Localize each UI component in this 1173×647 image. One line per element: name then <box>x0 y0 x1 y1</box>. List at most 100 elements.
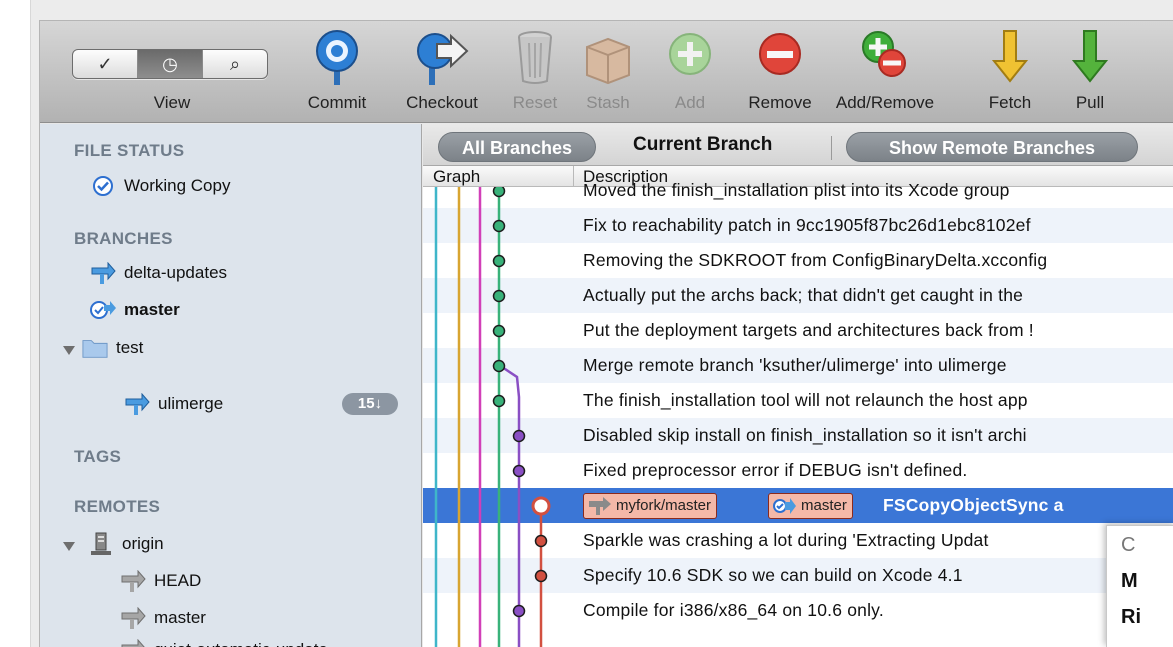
commit-node <box>512 604 526 618</box>
branch-icon <box>90 261 116 285</box>
commit-node <box>492 187 506 198</box>
add-remove-icon <box>862 31 906 77</box>
ref-label-text: master <box>801 497 847 514</box>
branch-label: master <box>124 300 180 319</box>
tags-heading: TAGS <box>74 447 122 466</box>
sidebar-item-origin[interactable]: origin <box>88 529 164 559</box>
remove-label: Remove <box>748 93 812 112</box>
working-copy-label: Working Copy <box>124 176 231 195</box>
commit-node <box>512 429 526 443</box>
commit-description: Actually put the archs back; that didn't… <box>583 285 1024 305</box>
commit-log-pane: All Branches Current Branch Show Remote … <box>423 124 1173 647</box>
commit-description: Put the deployment targets and architect… <box>583 320 1034 340</box>
popover-line: Ri <box>1121 606 1141 628</box>
remote-branch-label: quiet-automatic-update <box>154 640 328 647</box>
add-remove-button[interactable]: Add/Remove <box>836 21 934 123</box>
server-icon <box>88 532 114 556</box>
behind-count-badge: 15↓ <box>342 393 398 415</box>
ref-label-branch[interactable]: master <box>768 493 853 519</box>
branch-icon <box>124 392 150 416</box>
ref-label-remote-branch[interactable]: myfork/master <box>583 493 718 519</box>
disclosure-triangle-icon[interactable] <box>63 346 75 355</box>
commit-node <box>534 534 548 548</box>
commit-description: Disabled skip install on finish_installa… <box>583 425 1027 445</box>
folder-label: test <box>116 338 144 357</box>
commit-icon <box>316 30 358 85</box>
commit-description: The finish_installation tool will not re… <box>583 390 1028 410</box>
sidebar-item-remote-head[interactable]: HEAD <box>120 566 201 596</box>
checkout-label: Checkout <box>406 93 478 112</box>
checkmark-circle-icon <box>90 174 116 198</box>
fetch-arrow-icon <box>991 30 1029 83</box>
commit-graph <box>434 187 551 647</box>
commit-description: Merge remote branch 'ksuther/ulimerge' i… <box>583 355 1007 375</box>
commit-detail-popover: C M Ri <box>1106 525 1173 647</box>
view-label: View <box>153 93 191 112</box>
commit-description: Fixed preprocessor error if DEBUG isn't … <box>583 460 968 480</box>
trash-icon <box>518 31 552 84</box>
folder-icon <box>82 336 108 360</box>
commit-description: Specify 10.6 SDK so we can build on Xcod… <box>583 565 963 585</box>
fetch-button[interactable]: Fetch <box>980 21 1040 123</box>
filter-separator <box>831 136 832 160</box>
sourcetree-window: ✓ ◷ ⌕ View Commit Checkout Reset Stash A… <box>39 20 1173 647</box>
add-remove-label: Add/Remove <box>835 93 935 112</box>
branches-heading: BRANCHES <box>74 229 173 248</box>
reset-button[interactable]: Reset <box>505 21 565 123</box>
view-log-segment[interactable]: ◷ <box>138 50 203 78</box>
sidebar-item-remote-master[interactable]: master <box>120 603 206 633</box>
commit-node <box>492 359 506 373</box>
commit-label: Commit <box>307 93 367 112</box>
commit-node <box>492 219 506 233</box>
view-file-status-segment[interactable]: ✓ <box>73 50 138 78</box>
sidebar-item-working-copy[interactable]: Working Copy <box>90 171 230 201</box>
branch-label: ulimerge <box>158 394 224 413</box>
commit-node <box>512 464 526 478</box>
view-segmented-control[interactable]: ✓ ◷ ⌕ <box>72 49 268 79</box>
pull-button[interactable]: Pull <box>1060 21 1120 123</box>
add-button[interactable]: Add <box>660 21 720 123</box>
head-commit-node <box>531 496 551 516</box>
file-status-heading: FILE STATUS <box>74 141 185 160</box>
commit-description: Compile for i386/x86_64 on 10.6 only. <box>583 600 884 620</box>
remote-branch-label: master <box>154 608 206 627</box>
remote-branch-icon <box>120 569 146 593</box>
remote-branch-icon <box>120 638 146 647</box>
remove-button[interactable]: Remove <box>745 21 815 123</box>
all-branches-button[interactable]: All Branches <box>438 132 596 162</box>
commit-node <box>492 324 506 338</box>
sidebar-item-delta-updates[interactable]: delta-updates <box>90 258 227 288</box>
commit-node <box>534 569 548 583</box>
commit-description: FSCopyObjectSync a <box>883 495 1064 515</box>
screenshot-frame: ✓ ◷ ⌕ View Commit Checkout Reset Stash A… <box>30 0 1173 647</box>
checkout-icon <box>417 33 469 85</box>
commit-description: Removing the SDKROOT from ConfigBinaryDe… <box>583 250 1048 270</box>
commit-description: Moved the finish_installation plist into… <box>583 180 1010 200</box>
current-branch-icon <box>90 298 116 322</box>
remote-label: origin <box>122 534 164 553</box>
add-plus-icon <box>669 33 711 75</box>
remotes-heading: REMOTES <box>74 497 161 516</box>
current-branch-button[interactable]: Current Branch <box>633 134 772 156</box>
remote-branch-icon <box>589 497 611 515</box>
ref-label-text: myfork/master <box>616 497 712 514</box>
sidebar-item-test-folder[interactable]: test <box>82 333 143 363</box>
commit-node <box>492 394 506 408</box>
sidebar-item-ulimerge[interactable]: ulimerge <box>124 389 223 419</box>
commit-button[interactable]: Commit <box>302 21 372 123</box>
view-search-segment[interactable]: ⌕ <box>203 50 267 78</box>
disclosure-triangle-icon[interactable] <box>63 542 75 551</box>
branch-label: delta-updates <box>124 263 228 282</box>
current-branch-icon <box>773 498 796 514</box>
commit-node <box>492 254 506 268</box>
checkout-button[interactable]: Checkout <box>402 21 482 123</box>
show-remote-branches-button[interactable]: Show Remote Branches <box>846 132 1138 162</box>
popover-line: C <box>1121 534 1136 556</box>
popover-line: M <box>1121 570 1138 592</box>
sidebar-item-remote-quiet-automatic-update[interactable]: quiet-automatic-update <box>120 635 328 647</box>
sidebar-item-master[interactable]: master <box>90 295 180 325</box>
remove-minus-icon <box>759 33 801 75</box>
commit-description: Sparkle was crashing a lot during 'Extra… <box>583 530 989 550</box>
stash-button[interactable]: Stash <box>578 21 638 123</box>
sidebar: FILE STATUS Working Copy BRANCHES delta-… <box>40 124 422 647</box>
